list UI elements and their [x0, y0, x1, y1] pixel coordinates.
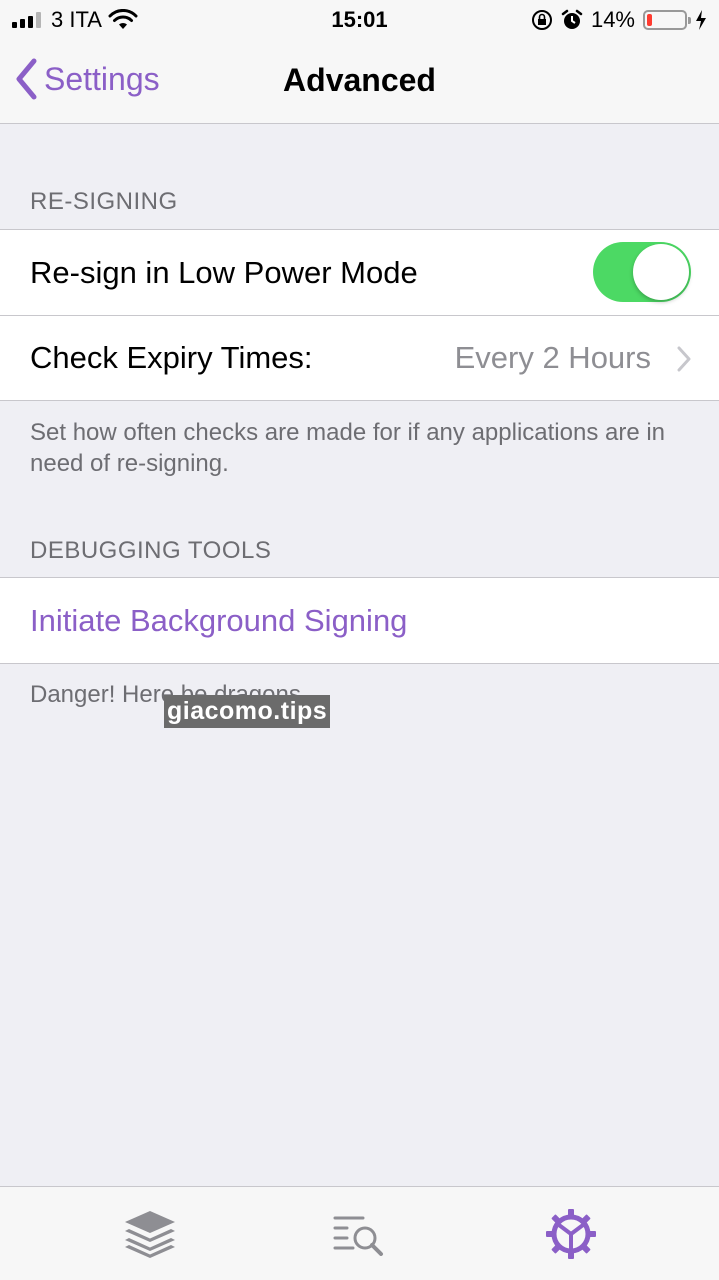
battery-icon — [643, 10, 691, 30]
search-list-icon — [333, 1216, 383, 1256]
charging-bolt-icon — [696, 10, 706, 30]
chevron-right-icon — [677, 346, 691, 372]
initiate-background-signing-button[interactable]: Initiate Background Signing — [30, 603, 407, 639]
alarm-icon — [561, 9, 583, 29]
debugging-group: Initiate Background Signing — [0, 577, 719, 664]
battery-fill — [647, 14, 652, 26]
page-title: Advanced — [283, 62, 436, 98]
resigning-group: Re-sign in Low Power Mode Check Expiry T… — [0, 229, 719, 401]
tab-apps[interactable] — [90, 1187, 210, 1280]
status-right: 14% — [531, 7, 707, 33]
section-header-debugging: DEBUGGING TOOLS — [30, 537, 272, 564]
section-header-resigning: RE-SIGNING — [30, 188, 178, 215]
low-power-mode-row: Re-sign in Low Power Mode — [0, 230, 719, 315]
check-expiry-label: Check Expiry Times: — [30, 340, 313, 375]
low-power-mode-label: Re-sign in Low Power Mode — [30, 254, 418, 290]
resigning-footer: Set how often checks are made for if any… — [30, 419, 666, 477]
check-expiry-value: Every 2 Hours — [454, 340, 651, 375]
navigation-bar: Settings Advanced — [0, 40, 719, 124]
screen: 3 ITA 15:01 14% Settings Advanced RE-SIG… — [0, 0, 719, 1280]
battery-percent: 14% — [590, 7, 635, 32]
rotation-lock-icon — [531, 10, 552, 30]
initiate-background-signing-row[interactable]: Initiate Background Signing — [0, 578, 719, 663]
check-expiry-row[interactable]: Check Expiry Times: Every 2 Hours — [0, 315, 719, 400]
gear-icon — [546, 1209, 596, 1259]
stack-icon — [125, 1211, 175, 1258]
toggle-knob — [633, 244, 689, 300]
debugging-footer: Danger! Here be dragons... — [30, 681, 321, 708]
tab-search[interactable] — [299, 1187, 419, 1280]
tab-bar — [0, 1186, 719, 1280]
watermark: giacomo.tips — [164, 695, 331, 728]
low-power-mode-toggle[interactable] — [593, 242, 691, 302]
status-bar: 3 ITA 15:01 14% — [0, 0, 719, 40]
tab-settings[interactable] — [511, 1187, 631, 1280]
